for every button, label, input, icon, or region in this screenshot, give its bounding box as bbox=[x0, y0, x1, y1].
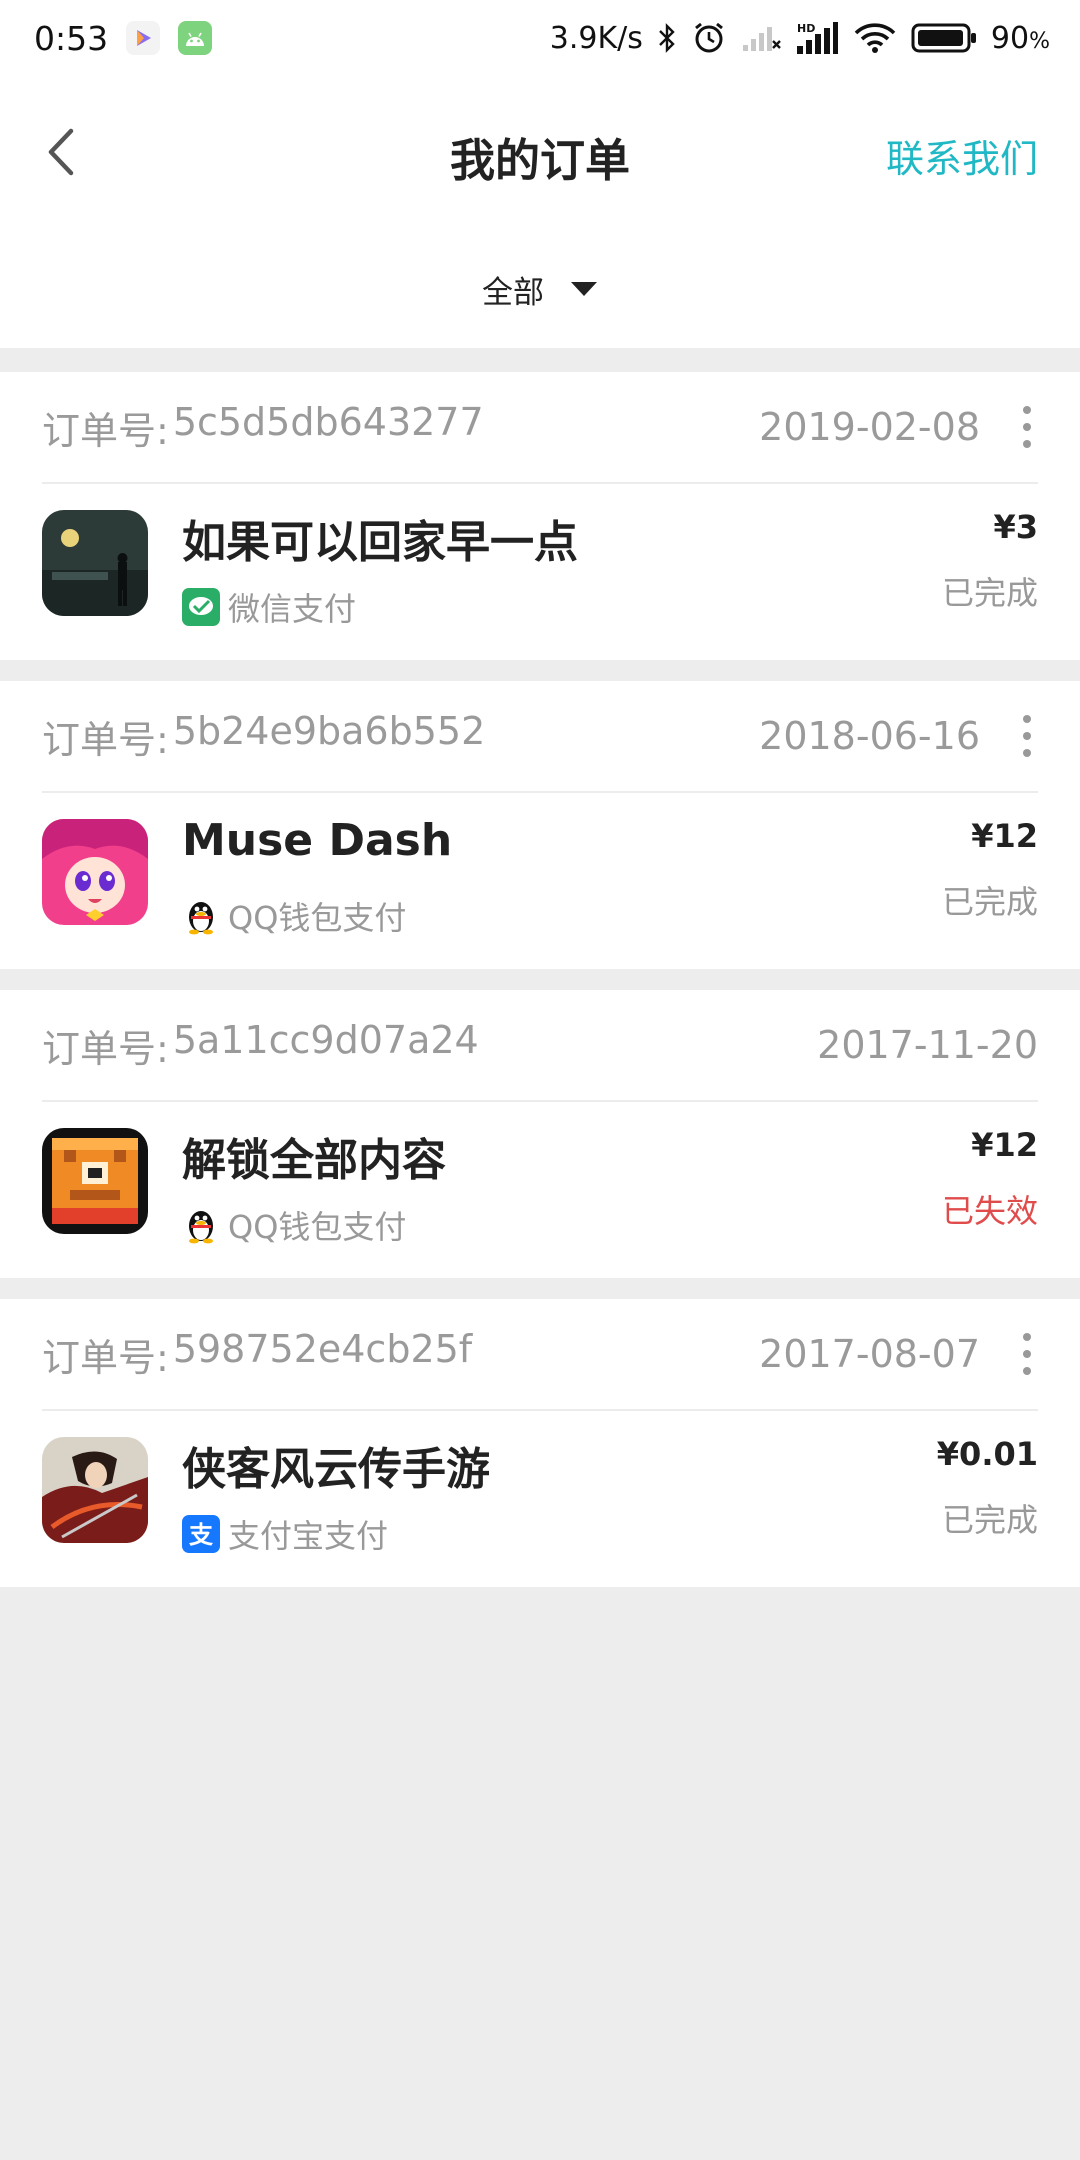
qq-penguin-icon bbox=[182, 897, 220, 935]
order-card[interactable]: 订单号:5c5d5db643277 2019-02-08 如果可以回家早一点 bbox=[0, 372, 1080, 660]
order-status: 已完成 bbox=[941, 883, 1038, 921]
more-options-button[interactable] bbox=[1010, 406, 1044, 448]
order-number: 订单号: 5a11cc9d07a24 bbox=[42, 1017, 479, 1071]
order-price: ¥12 bbox=[971, 1126, 1038, 1164]
order-date: 2019-02-08 bbox=[759, 405, 980, 449]
order-number: 订单号: 5b24e9ba6b552 bbox=[42, 708, 486, 762]
signal-hd-icon: HD bbox=[795, 20, 839, 56]
pixel-creature-icon bbox=[42, 1128, 148, 1234]
app-name: Muse Dash bbox=[182, 815, 453, 866]
bluetooth-icon bbox=[657, 22, 677, 54]
contact-us-link[interactable]: 联系我们 bbox=[886, 128, 1038, 183]
order-filter-dropdown[interactable]: 全部 bbox=[0, 230, 1080, 348]
payment-method: 微信支付 bbox=[182, 584, 356, 630]
app-header: 我的订单 联系我们 bbox=[0, 76, 1080, 230]
app-name: 如果可以回家早一点 bbox=[182, 517, 578, 568]
signal-empty-icon bbox=[741, 23, 781, 53]
network-speed: 3.9K/s bbox=[549, 20, 643, 56]
order-list: 订单号:5c5d5db643277 2019-02-08 如果可以回家早一点 bbox=[0, 372, 1080, 1608]
app-name: 解锁全部内容 bbox=[182, 1135, 446, 1186]
order-card[interactable]: 订单号:598752e4cb25f 2017-08-07 侠客风云传手游 支 bbox=[0, 1299, 1080, 1587]
order-card[interactable]: 订单号: 5a11cc9d07a24 2017-11-20 解锁全部内容 QQ钱… bbox=[0, 990, 1080, 1278]
app-name: 侠客风云传手游 bbox=[182, 1444, 490, 1495]
order-date: 2018-06-16 bbox=[759, 714, 980, 758]
svg-text:HD: HD bbox=[797, 22, 815, 35]
anime-girl-icon bbox=[42, 819, 148, 925]
order-status: 已完成 bbox=[941, 574, 1038, 612]
order-date: 2017-11-20 bbox=[817, 1023, 1038, 1067]
payment-method: 支 支付宝支付 bbox=[182, 1511, 388, 1557]
wechat-pay-icon bbox=[182, 588, 220, 626]
caret-down-icon bbox=[571, 282, 597, 296]
qq-penguin-icon bbox=[182, 1206, 220, 1244]
order-card[interactable]: 订单号: 5b24e9ba6b552 2018-06-16 Muse Dash … bbox=[0, 681, 1080, 969]
payment-method: QQ钱包支付 bbox=[182, 893, 406, 939]
night-silhouette-icon bbox=[42, 510, 148, 616]
order-card-header: 订单号: 5a11cc9d07a24 2017-11-20 bbox=[42, 990, 1038, 1102]
swordsman-icon bbox=[42, 1437, 148, 1543]
battery-level: 90% bbox=[990, 20, 1050, 56]
order-price: ¥12 bbox=[971, 817, 1038, 855]
order-number: 订单号: 5c5d5db643277 bbox=[42, 399, 484, 453]
video-app-icon bbox=[126, 21, 161, 55]
order-date: 2017-08-07 bbox=[759, 1332, 980, 1376]
more-options-button[interactable] bbox=[1010, 715, 1044, 757]
status-bar: 0:53 3.9K/s HD 90% bbox=[0, 0, 1080, 76]
wifi-icon bbox=[853, 21, 897, 55]
svg-text:支: 支 bbox=[189, 1521, 214, 1549]
alipay-icon: 支 bbox=[182, 1515, 220, 1553]
order-status: 已失效 bbox=[941, 1192, 1038, 1230]
order-card-header: 订单号: 5b24e9ba6b552 2018-06-16 bbox=[42, 681, 1038, 793]
more-options-button[interactable] bbox=[1010, 1333, 1044, 1375]
order-price: ¥3 bbox=[993, 508, 1038, 546]
payment-method: QQ钱包支付 bbox=[182, 1202, 406, 1248]
android-icon bbox=[178, 21, 213, 55]
order-number: 订单号: 598752e4cb25f bbox=[42, 1326, 473, 1380]
order-card-header: 订单号: 598752e4cb25f 2017-08-07 bbox=[42, 1299, 1038, 1411]
status-time: 0:53 bbox=[34, 18, 109, 58]
order-price: ¥0.01 bbox=[936, 1435, 1038, 1473]
filter-selected-label: 全部 bbox=[482, 274, 544, 311]
order-card-header: 订单号: 5c5d5db643277 2019-02-08 bbox=[42, 372, 1038, 484]
battery-icon bbox=[911, 22, 977, 54]
order-status: 已完成 bbox=[941, 1501, 1038, 1539]
alarm-icon bbox=[691, 20, 727, 56]
